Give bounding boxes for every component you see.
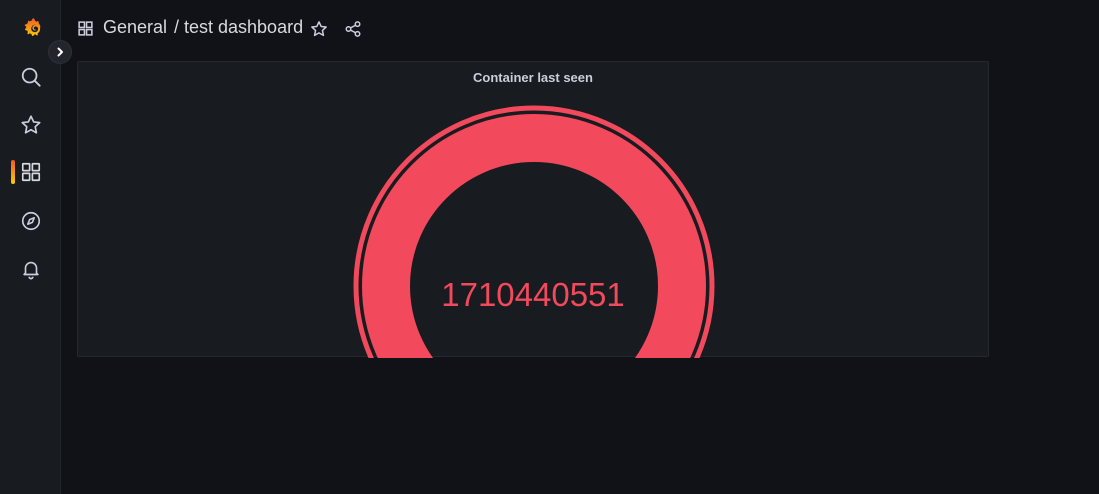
starred-button[interactable] bbox=[0, 105, 61, 145]
gauge-panel[interactable]: Container last seen 1710440551 bbox=[77, 61, 989, 358]
side-menu bbox=[0, 0, 61, 494]
dashboard-navbar: General / test dashboard bbox=[61, 0, 1099, 58]
dashboard-title[interactable]: / test dashboard bbox=[174, 17, 303, 38]
mark-favorite-button[interactable] bbox=[308, 18, 330, 40]
search-icon bbox=[21, 67, 41, 87]
star-icon bbox=[20, 115, 41, 134]
breadcrumb-folder-link[interactable]: General bbox=[103, 17, 167, 38]
dashboard-grid-icon bbox=[78, 21, 93, 36]
search-button[interactable] bbox=[0, 57, 61, 97]
bell-icon bbox=[22, 261, 39, 280]
gauge-value-arc bbox=[362, 114, 706, 358]
explore-button[interactable] bbox=[0, 201, 61, 241]
chevron-right-icon bbox=[57, 47, 63, 57]
alerting-button[interactable] bbox=[0, 249, 61, 289]
share-dashboard-button[interactable] bbox=[342, 18, 364, 40]
share-icon bbox=[345, 21, 361, 37]
expand-menu-button[interactable] bbox=[48, 40, 72, 64]
star-icon bbox=[311, 21, 327, 37]
dashboards-icon bbox=[21, 162, 40, 182]
dashboards-button[interactable] bbox=[0, 152, 61, 192]
gauge-value: 1710440551 bbox=[441, 276, 625, 313]
compass-icon bbox=[21, 211, 40, 231]
grafana-logo-icon bbox=[24, 18, 41, 37]
